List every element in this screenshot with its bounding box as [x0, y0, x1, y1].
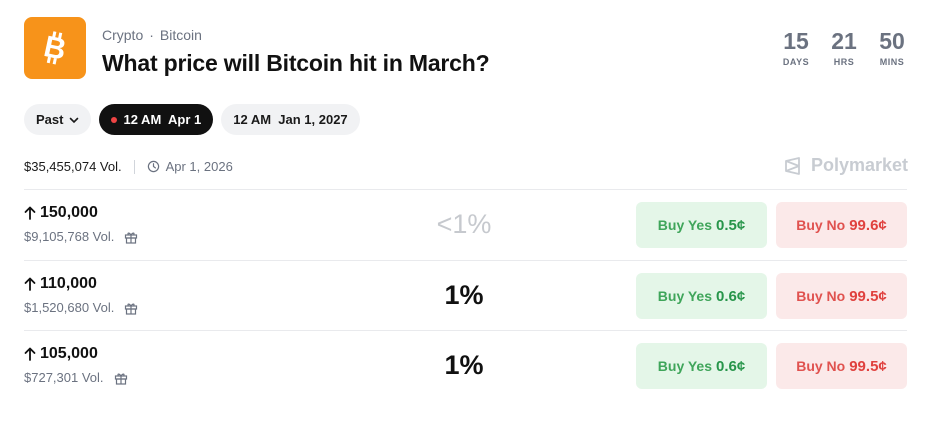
- buy-yes-price: 0.6¢: [716, 357, 746, 375]
- end-date-text: Apr 1, 2026: [165, 159, 233, 174]
- outcome-label: 110,000: [24, 275, 97, 293]
- date-filter-pills: Past 12 AM Apr 1 12 AM Jan 1, 2027: [24, 104, 360, 135]
- outcome-probability: 1%: [444, 350, 484, 380]
- buy-yes-button[interactable]: Buy Yes 0.5¢: [636, 202, 767, 248]
- clock-icon: [147, 160, 159, 173]
- buy-no-label: Buy No: [796, 288, 846, 304]
- countdown-minutes: 50 MINS: [874, 28, 910, 67]
- buy-no-price: 99.5¢: [849, 357, 887, 375]
- countdown-minutes-label: MINS: [879, 57, 905, 67]
- buy-no-price: 99.6¢: [849, 216, 887, 234]
- bitcoin-logo: B: [24, 17, 86, 79]
- outcome-probability: <1%: [436, 209, 492, 239]
- buy-yes-label: Buy Yes: [657, 217, 713, 233]
- outcome-probability: 1%: [444, 280, 484, 310]
- buy-yes-button[interactable]: Buy Yes 0.6¢: [636, 343, 767, 389]
- outcome-label-text: 150,000: [40, 204, 98, 221]
- page-title: What price will Bitcoin hit in March?: [102, 50, 490, 76]
- outcome-volume: $9,105,768 Vol.: [24, 229, 138, 244]
- outcome-volume-text: $1,520,680 Vol.: [24, 300, 115, 315]
- breadcrumb: Crypto · Bitcoin: [102, 27, 202, 43]
- outcome-volume-text: $727,301 Vol.: [24, 370, 104, 385]
- gift-icon[interactable]: [124, 230, 138, 244]
- polymarket-brand-name: Polymarket: [810, 155, 908, 175]
- outcome-volume-text: $9,105,768 Vol.: [24, 229, 115, 244]
- countdown-hours: 21 HRS: [826, 28, 862, 67]
- buy-yes-price: 0.5¢: [716, 216, 746, 234]
- outcome-label: 150,000: [24, 204, 98, 222]
- outcome-label: 105,000: [24, 345, 98, 363]
- meta-divider: [133, 159, 135, 174]
- bitcoin-icon: B: [41, 30, 69, 67]
- breadcrumb-crypto[interactable]: Crypto: [102, 27, 143, 43]
- outcome-volume: $727,301 Vol.: [24, 370, 128, 385]
- polymarket-logo-icon: [785, 156, 800, 175]
- arrow-up-icon: [24, 347, 36, 361]
- live-dot-icon: [111, 116, 118, 123]
- countdown-days: 15 DAYS: [778, 28, 814, 67]
- arrow-up-icon: [24, 206, 36, 220]
- buy-no-label: Buy No: [796, 358, 846, 374]
- gift-icon[interactable]: [124, 301, 138, 315]
- countdown-minutes-value: 50: [879, 28, 905, 54]
- countdown-timer: 15 DAYS 21 HRS 50 MINS: [778, 28, 910, 67]
- countdown-days-label: DAYS: [782, 57, 810, 67]
- end-date: Apr 1, 2026: [147, 159, 233, 174]
- countdown-hours-value: 21: [831, 28, 857, 54]
- buy-no-label: Buy No: [796, 217, 846, 233]
- buy-no-price: 99.5¢: [849, 287, 887, 305]
- market-meta: $35,455,074 Vol. Apr 1, 2026: [24, 159, 233, 174]
- outcome-row[interactable]: 110,000 $1,520,680 Vol. 1% Buy Yes 0.6¢ …: [24, 261, 907, 331]
- chevron-down-icon: [70, 117, 79, 123]
- breadcrumb-bitcoin[interactable]: Bitcoin: [160, 27, 202, 43]
- date-pill-apr-1-label: 12 AM Apr 1: [123, 112, 202, 127]
- arrow-up-icon: [24, 277, 36, 291]
- buy-no-button[interactable]: Buy No 99.5¢: [776, 343, 907, 389]
- date-pill-jan-1-2027-label: 12 AM Jan 1, 2027: [233, 112, 348, 127]
- date-pill-jan-1-2027[interactable]: 12 AM Jan 1, 2027: [221, 104, 360, 135]
- buy-yes-price: 0.6¢: [716, 287, 746, 305]
- date-pill-apr-1[interactable]: 12 AM Apr 1: [99, 104, 214, 135]
- countdown-days-value: 15: [783, 28, 809, 54]
- polymarket-brand: Polymarket: [783, 155, 908, 176]
- outcome-label-text: 105,000: [40, 345, 98, 362]
- outcome-row[interactable]: 105,000 $727,301 Vol. 1% Buy Yes 0.6¢ Bu…: [24, 331, 907, 401]
- outcome-label-text: 110,000: [40, 275, 97, 292]
- gift-icon[interactable]: [114, 371, 128, 385]
- past-dropdown[interactable]: Past: [24, 104, 92, 135]
- outcome-volume: $1,520,680 Vol.: [24, 300, 138, 315]
- buy-no-button[interactable]: Buy No 99.5¢: [776, 273, 907, 319]
- past-dropdown-label: Past: [36, 112, 64, 127]
- outcome-row[interactable]: 150,000 $9,105,768 Vol. <1% Buy Yes 0.5¢…: [24, 190, 907, 260]
- buy-no-button[interactable]: Buy No 99.6¢: [776, 202, 907, 248]
- buy-yes-button[interactable]: Buy Yes 0.6¢: [636, 273, 767, 319]
- buy-yes-label: Buy Yes: [657, 288, 713, 304]
- breadcrumb-separator: ·: [149, 27, 154, 43]
- countdown-hours-label: HRS: [833, 57, 855, 67]
- total-volume: $35,455,074 Vol.: [24, 159, 122, 174]
- buy-yes-label: Buy Yes: [657, 358, 713, 374]
